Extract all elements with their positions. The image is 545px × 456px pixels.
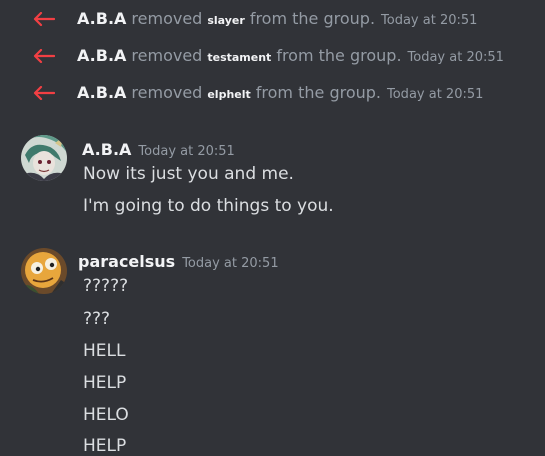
system-tail-text: from the group. [276, 46, 402, 65]
message-text: HELL [83, 341, 126, 361]
system-action: removed [131, 46, 203, 65]
message-timestamp[interactable]: Today at 20:51 [138, 144, 234, 159]
system-actor-name[interactable]: A.B.A [77, 46, 126, 65]
system-timestamp[interactable]: Today at 20:51 [387, 87, 483, 102]
system-target-name[interactable]: slayer [207, 14, 244, 27]
message-text: HELP [83, 436, 127, 456]
system-message: A.B.A removed elphelt from the group. Today … [0, 74, 545, 111]
system-actor-name[interactable]: A.B.A [77, 9, 126, 28]
message-text: ??? [83, 309, 111, 329]
message-text: ????? [83, 276, 129, 296]
avatar-paracelsus[interactable] [21, 248, 67, 294]
system-message: A.B.A removed slayer from the group. Today a… [0, 0, 545, 37]
avatar-aba[interactable] [21, 135, 67, 181]
message-author[interactable]: paracelsus [78, 252, 175, 271]
message-author[interactable]: A.B.A [82, 140, 131, 159]
system-message: A.B.A removed testament from the group. Toda… [0, 37, 545, 74]
message-text: HELO [83, 405, 129, 425]
message-text: I'm going to do things to you. [83, 196, 334, 216]
system-target-name[interactable]: elphelt [207, 88, 250, 101]
arrow-left-icon [33, 11, 55, 26]
arrow-left-icon [33, 48, 55, 63]
message-text: HELP [83, 373, 127, 393]
system-timestamp[interactable]: Today at 20:51 [381, 13, 477, 28]
message-timestamp[interactable]: Today at 20:51 [182, 256, 278, 271]
system-timestamp[interactable]: Today at 20:51 [408, 50, 504, 65]
system-action: removed [131, 9, 203, 28]
message-text: Now its just you and me. [83, 164, 294, 184]
system-actor-name[interactable]: A.B.A [77, 83, 126, 102]
system-tail-text: from the group. [255, 83, 381, 102]
system-action: removed [131, 83, 203, 102]
system-tail-text: from the group. [249, 9, 376, 28]
system-target-name[interactable]: testament [207, 51, 271, 64]
arrow-left-icon [33, 85, 55, 100]
